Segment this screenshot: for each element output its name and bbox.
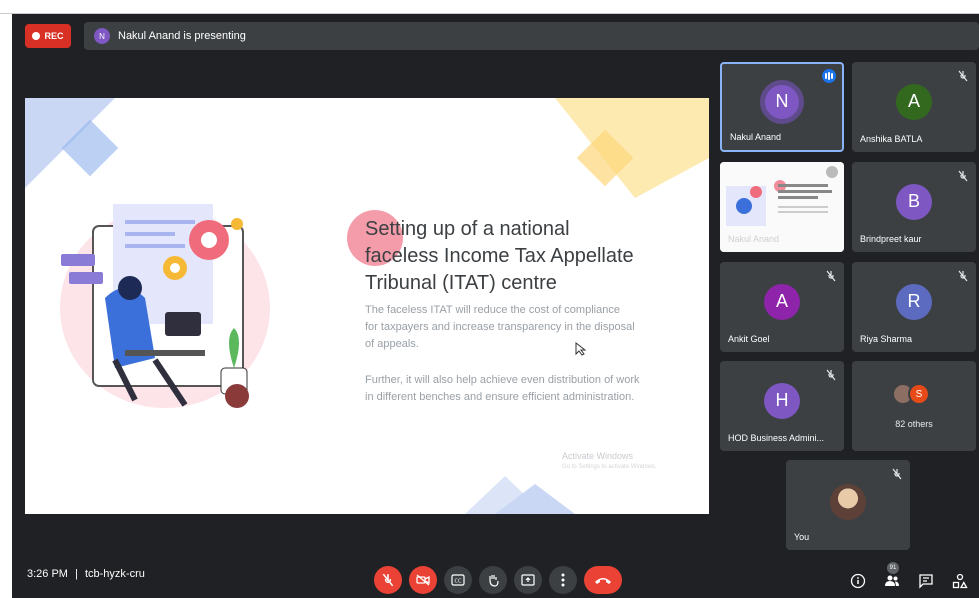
participant-avatar: B <box>896 183 932 220</box>
participant-name: HOD Business Admini... <box>728 433 825 443</box>
meet-window: REC N Nakul Anand is presenting Setting … <box>12 14 979 598</box>
participant-name: Brindpreet kaur <box>860 234 922 244</box>
self-photo-avatar <box>830 484 866 520</box>
raise-hand-icon <box>489 575 499 587</box>
participant-tile[interactable]: A Anshika BATLA <box>852 62 976 152</box>
participant-avatar: H <box>764 382 800 419</box>
camera-off-icon <box>416 574 430 586</box>
slide-title-line: faceless Income Tax Appellate <box>365 245 634 267</box>
participant-name: Anshika BATLA <box>860 134 923 144</box>
more-options-icon <box>561 573 565 587</box>
participant-avatar: R <box>896 283 932 320</box>
slide-title-line: Setting up of a national <box>365 218 570 240</box>
record-dot-icon <box>32 32 41 40</box>
recording-label: REC <box>44 31 64 41</box>
mic-off-icon <box>826 369 836 381</box>
info-icon <box>850 573 866 589</box>
people-count-badge: 91 <box>887 562 899 574</box>
people-icon <box>885 575 899 586</box>
participant-name: Riya Sharma <box>860 334 913 344</box>
raise-hand-button[interactable] <box>479 566 507 594</box>
slide-title: Setting up of a national faceless Income… <box>365 216 695 297</box>
meeting-code: tcb-hyzk-cru <box>84 568 145 580</box>
participant-tile[interactable]: B Brindpreet kaur <box>852 162 976 252</box>
self-tile[interactable]: You <box>786 460 910 550</box>
mic-off-icon <box>958 170 968 182</box>
participant-tile[interactable]: A Ankit Goel <box>720 262 844 352</box>
meeting-details-button[interactable] <box>849 572 867 590</box>
present-button[interactable] <box>514 566 542 594</box>
presenting-banner: N Nakul Anand is presenting <box>84 22 979 50</box>
others-count: 82 others <box>895 419 933 429</box>
call-controls: CC <box>374 566 622 594</box>
participant-avatar: N <box>760 79 804 124</box>
more-options-button[interactable] <box>549 566 577 594</box>
meeting-time: 3:26 PM <box>27 568 68 580</box>
mic-off-icon <box>382 573 394 587</box>
mic-off-icon <box>958 270 968 282</box>
others-avatar: S <box>908 383 930 405</box>
recording-badge: REC <box>25 24 71 48</box>
mic-off-icon <box>892 468 902 480</box>
presentation-thumbnail-tile[interactable]: Nakul Anand <box>720 162 844 252</box>
mic-off-icon <box>826 270 836 282</box>
end-call-icon <box>595 578 611 584</box>
activities-icon <box>952 573 968 589</box>
slide-paragraph-1: The faceless ITAT will reduce the cost o… <box>365 302 685 353</box>
mic-toggle-button[interactable] <box>374 566 402 594</box>
slide-text-line: for taxpayers and increase transparency … <box>365 321 635 333</box>
slide-text-line: in different benches and ensure efficien… <box>365 391 635 403</box>
meeting-separator: | <box>75 568 78 580</box>
others-tile[interactable]: S 82 others <box>852 361 976 451</box>
participant-tile[interactable]: R Riya Sharma <box>852 262 976 352</box>
side-controls: 91 <box>849 562 969 590</box>
participant-name: Nakul Anand <box>730 132 782 142</box>
participant-tile[interactable]: N Nakul Anand <box>720 62 844 152</box>
svg-text:CC: CC <box>455 579 462 585</box>
chat-button[interactable] <box>917 572 935 590</box>
participant-avatar: A <box>896 83 932 120</box>
slide-title-line: Tribunal (ITAT) centre <box>365 272 557 294</box>
speaking-indicator-icon <box>822 69 836 83</box>
meeting-info: 3:26 PM | tcb-hyzk-cru <box>27 568 145 580</box>
mic-off-icon <box>958 70 968 82</box>
presentation-slide: Setting up of a national faceless Income… <box>25 98 709 514</box>
slide-paragraph-2: Further, it will also help achieve even … <box>365 372 685 406</box>
mouse-cursor-icon <box>575 342 587 356</box>
participant-name: You <box>794 532 810 542</box>
participant-avatar: A <box>764 283 800 320</box>
browser-top-edge <box>0 0 979 14</box>
camera-toggle-button[interactable] <box>409 566 437 594</box>
activate-windows-subtitle: Go to Settings to activate Windows. <box>562 464 657 470</box>
people-button[interactable]: 91 <box>883 562 901 590</box>
presenting-text: Nakul Anand is presenting <box>118 30 246 42</box>
captions-icon: CC <box>451 574 465 586</box>
activities-button[interactable] <box>951 572 969 590</box>
presenter-avatar: N <box>94 28 110 44</box>
captions-button[interactable]: CC <box>444 566 472 594</box>
slide-text-line: Further, it will also help achieve even … <box>365 374 640 386</box>
slide-text-line: of appeals. <box>365 338 419 350</box>
participant-name: Nakul Anand <box>728 234 780 244</box>
slide-text-line: The faceless ITAT will reduce the cost o… <box>365 304 620 316</box>
end-call-button[interactable] <box>584 566 622 594</box>
chat-icon <box>919 574 933 589</box>
activate-windows-title: Activate Windows <box>562 451 634 461</box>
participant-tile[interactable]: H HOD Business Admini... <box>720 361 844 451</box>
participant-name: Ankit Goel <box>728 334 770 344</box>
present-icon <box>521 574 535 586</box>
